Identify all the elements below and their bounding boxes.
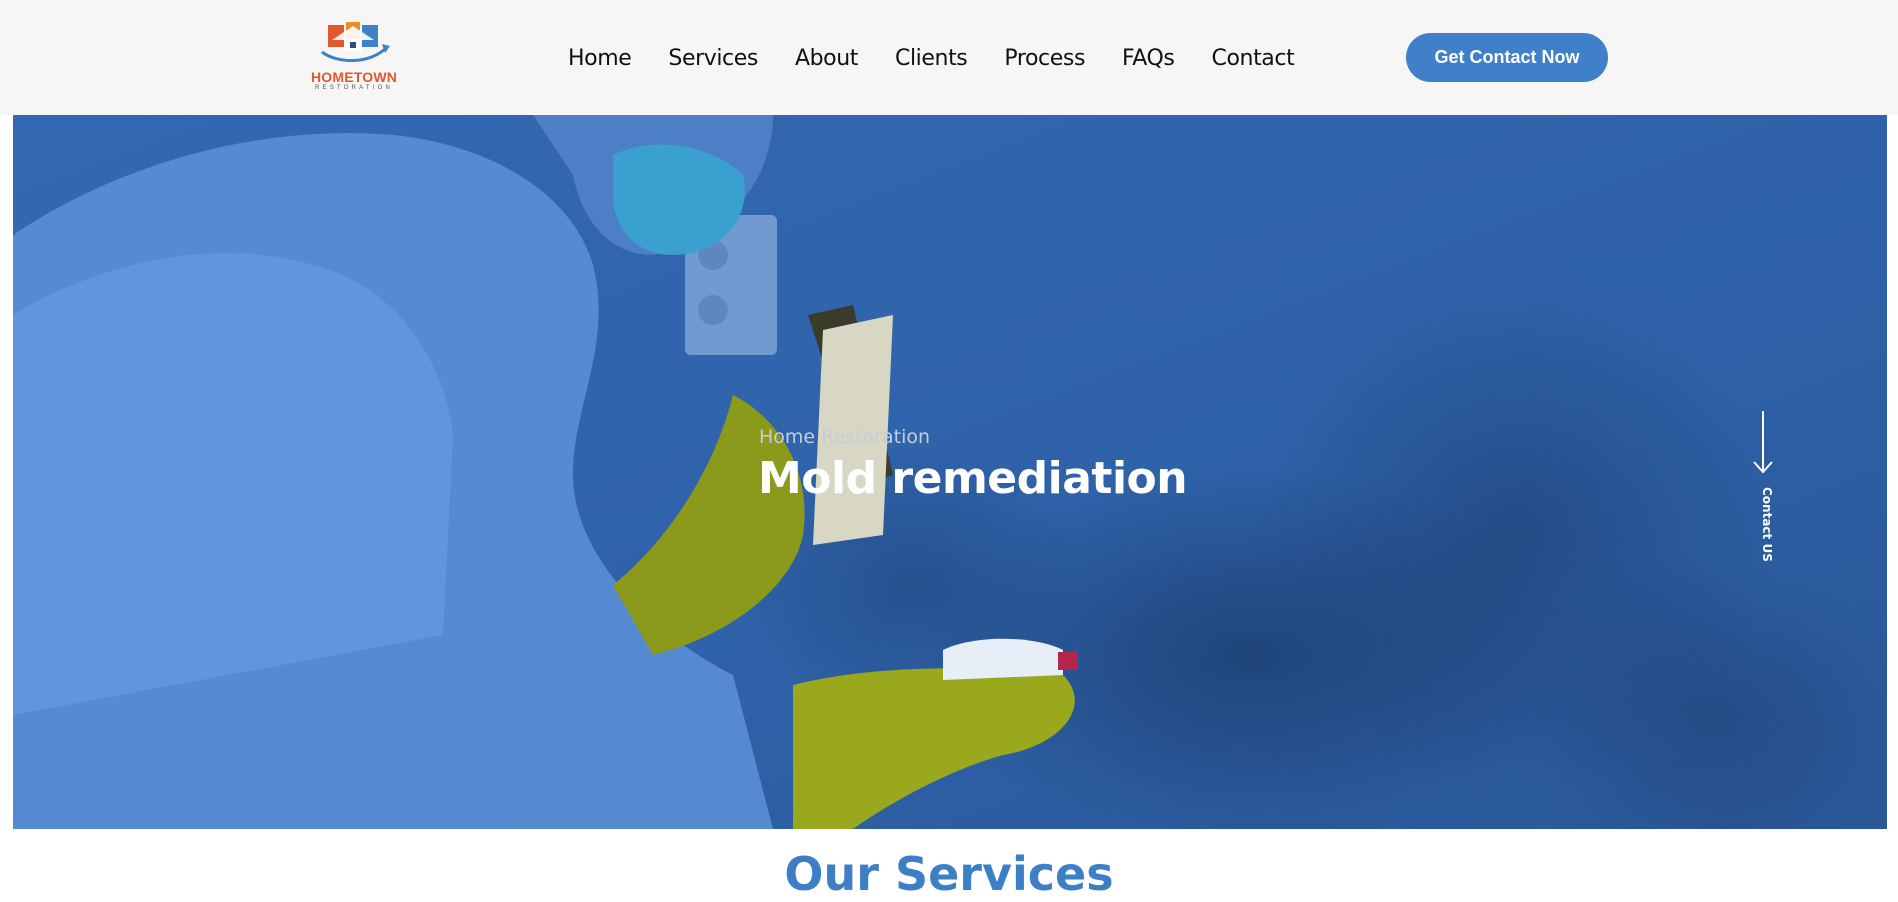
hero-eyebrow: Home Restoration [759, 426, 931, 448]
arrow-down-icon [1753, 411, 1773, 474]
nav-item-clients[interactable]: Clients [895, 42, 968, 76]
brand-logo[interactable]: HOMETOWN RESTORATION [308, 22, 400, 92]
nav-item-home[interactable]: Home [568, 42, 632, 76]
nav-item-faqs[interactable]: FAQs [1122, 42, 1175, 76]
contact-side-label[interactable]: Contact US [1760, 487, 1774, 562]
get-contact-button[interactable]: Get Contact Now [1406, 33, 1608, 82]
nav-item-process[interactable]: Process [1004, 42, 1085, 76]
brand-name: HOMETOWN [310, 69, 398, 85]
nav-item-about[interactable]: About [795, 42, 858, 76]
house-restoration-logo-icon [321, 22, 390, 63]
site-header: HOMETOWN RESTORATION Home Services About… [0, 0, 1898, 115]
services-section-title: Our Services [784, 847, 1114, 901]
hero-banner: Home Restoration Mold remediation Contac… [13, 115, 1887, 829]
main-nav: Home Services About Clients Process FAQs… [568, 42, 1331, 76]
hero-title: Mold remediation [758, 453, 1188, 504]
nav-item-contact[interactable]: Contact [1212, 42, 1295, 76]
brand-tagline: RESTORATION [315, 85, 393, 91]
nav-item-services[interactable]: Services [668, 42, 758, 76]
